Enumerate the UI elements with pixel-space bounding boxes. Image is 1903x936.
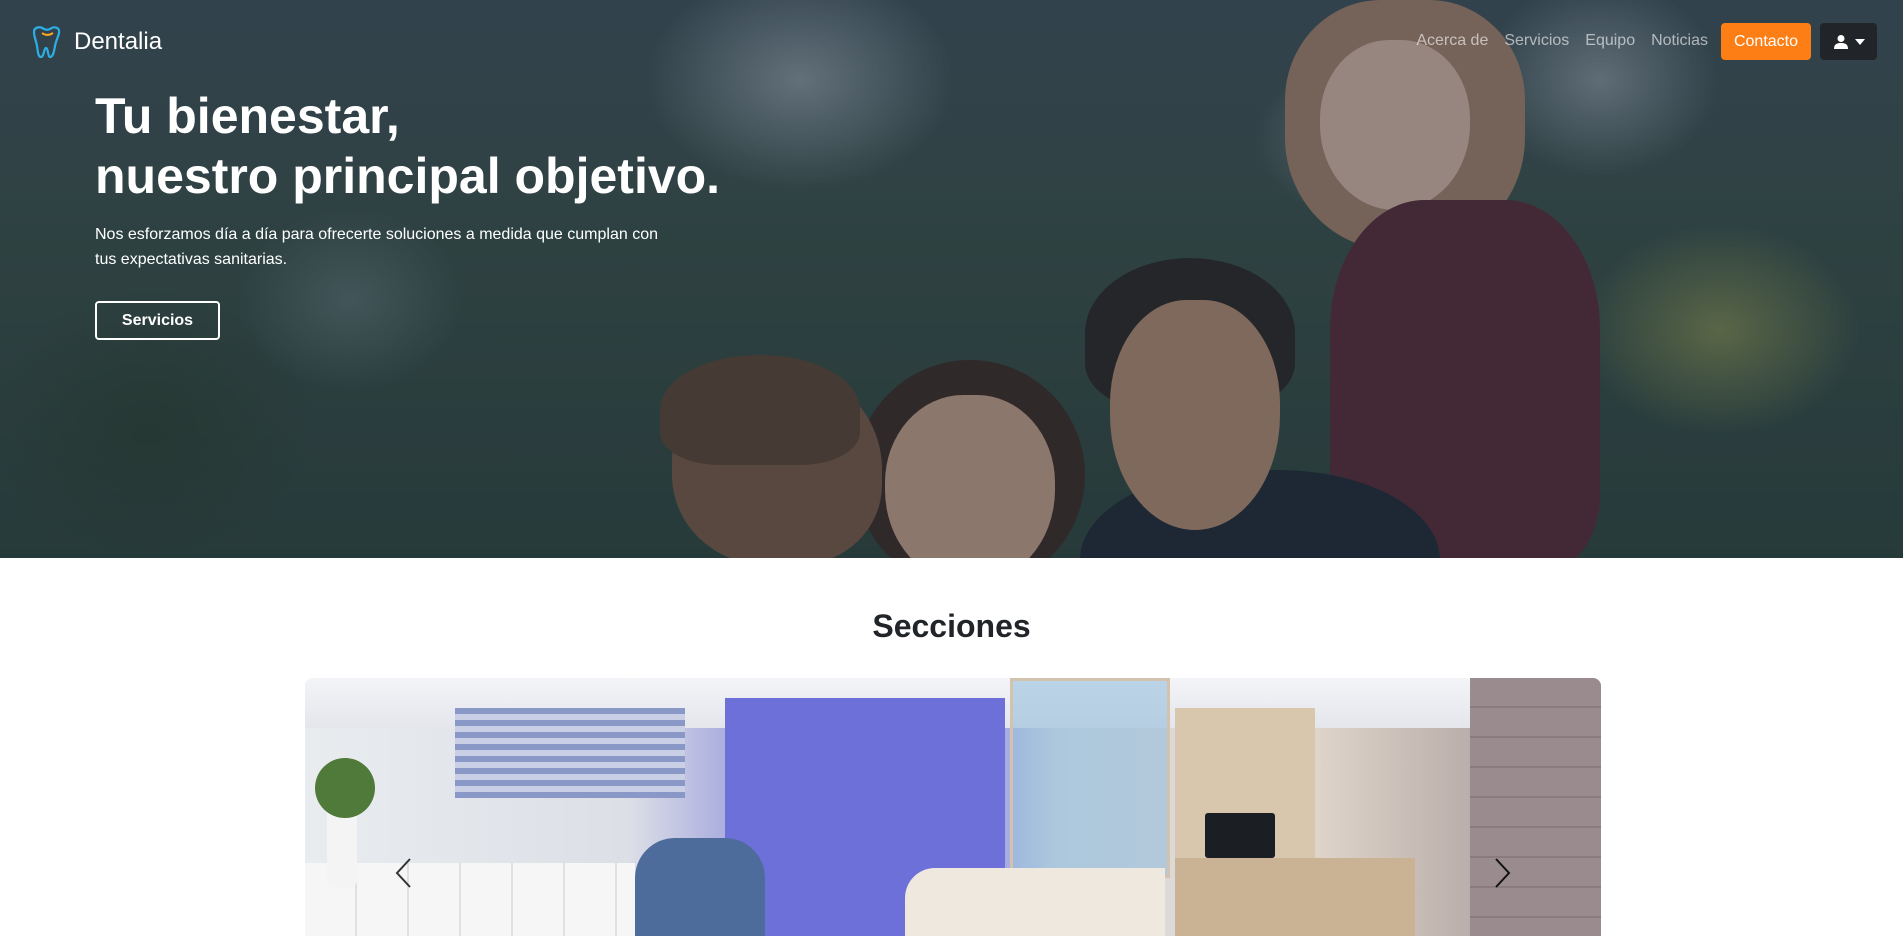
hero-title: Tu bienestar, nuestro principal objetivo… — [95, 86, 720, 206]
tooth-logo-icon — [32, 26, 61, 59]
brand-link[interactable]: Dentalia — [28, 24, 162, 60]
services-button[interactable]: Servicios — [95, 301, 220, 340]
hero-title-line1: Tu bienestar, — [95, 88, 400, 144]
nav-link-noticias[interactable]: Noticias — [1651, 32, 1708, 50]
nav-link-servicios[interactable]: Servicios — [1504, 32, 1569, 50]
hero-title-line2: nuestro principal objetivo. — [95, 148, 721, 204]
user-menu-button[interactable] — [1820, 23, 1877, 60]
flower-plant — [315, 758, 375, 818]
contact-button[interactable]: Contacto — [1721, 23, 1811, 60]
sections-carousel[interactable] — [305, 678, 1601, 936]
chevron-right-icon — [1495, 858, 1511, 888]
hero-subtitle: Nos esforzamos día a día para ofrecerte … — [95, 226, 658, 268]
carousel-next-button[interactable] — [1488, 855, 1518, 891]
caret-down-icon — [1854, 38, 1865, 45]
brand-name: Dentalia — [74, 28, 163, 55]
dental-chair — [635, 838, 765, 936]
clinic-window-blind — [455, 708, 685, 798]
sections-title: Secciones — [872, 608, 1031, 644]
clinic-monitor — [1205, 813, 1275, 858]
clinic-desk — [1175, 858, 1415, 936]
navbar: Dentalia Acerca de Servicios Equipo Noti… — [0, 0, 1903, 86]
clinic-glass-panel — [1010, 678, 1170, 878]
nav-link-acerca[interactable]: Acerca de — [1416, 32, 1488, 50]
clinic-door — [1470, 678, 1601, 936]
chevron-left-icon — [395, 858, 411, 888]
user-icon — [1833, 34, 1848, 49]
carousel-prev-button[interactable] — [388, 855, 418, 891]
nav-links: Acerca de Servicios Equipo Noticias — [1416, 32, 1708, 50]
clinic-counter — [905, 868, 1165, 936]
nav-link-equipo[interactable]: Equipo — [1585, 32, 1635, 50]
